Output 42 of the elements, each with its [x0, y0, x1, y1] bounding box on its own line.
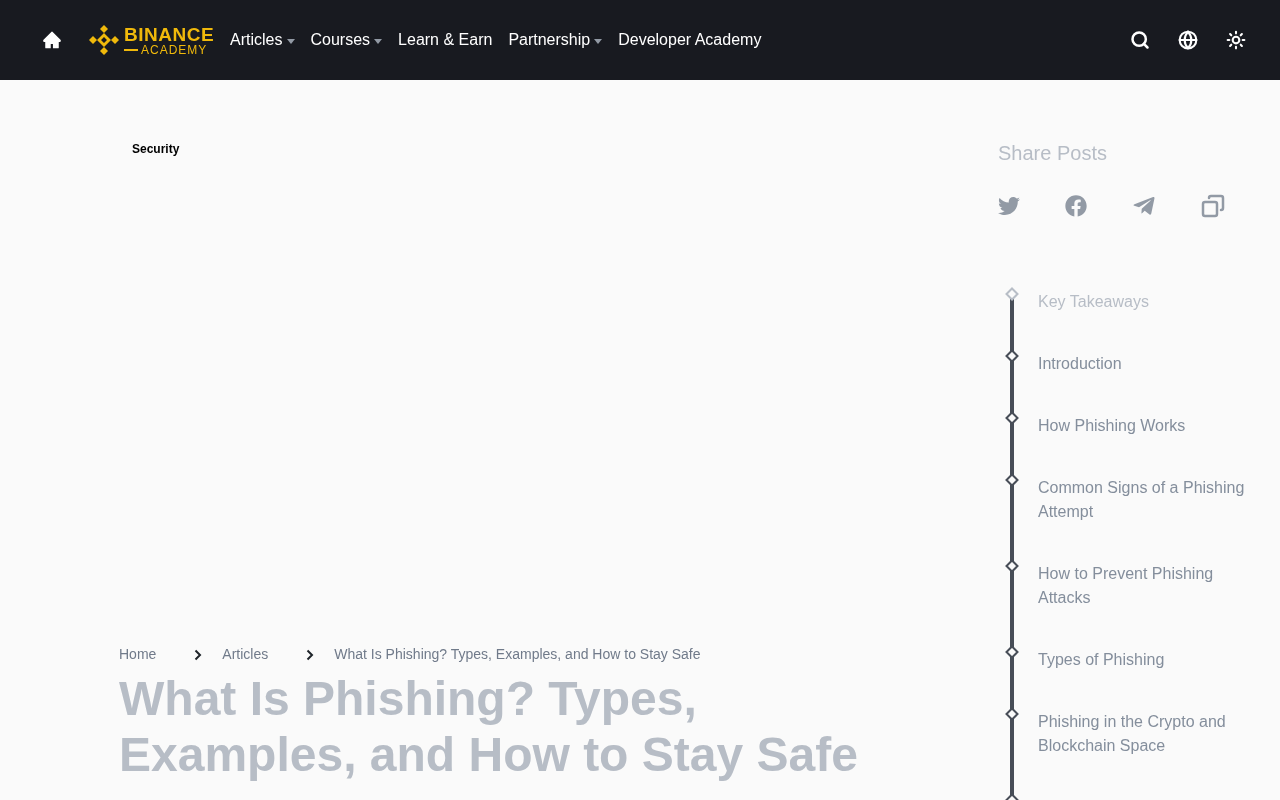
language-button[interactable]: [1178, 30, 1198, 50]
bird-icon: [998, 195, 1020, 217]
toc-link[interactable]: How to Prevent Phishing Attacks: [1038, 562, 1250, 610]
paper-plane-icon: [1132, 194, 1156, 218]
article-title: What Is Phishing? Types, Examples, and How to Stay Safe: [119, 671, 859, 783]
caret-icon: [594, 38, 603, 44]
logo-subtitle: ACADEMY: [141, 43, 208, 56]
breadcrumb-link[interactable]: Home: [119, 644, 157, 665]
category-label: Security: [132, 141, 181, 158]
caret-icon: [286, 38, 295, 44]
twitter-share-button[interactable]: [998, 195, 1020, 217]
caret-icon: [374, 38, 383, 44]
nav-link[interactable]: Courses: [310, 28, 383, 52]
chevron-icon: [194, 648, 203, 661]
copy-link-button[interactable]: [1201, 194, 1225, 218]
breadcrumb-link[interactable]: Articles: [222, 644, 269, 665]
nav-link[interactable]: Partnership: [508, 28, 603, 52]
theme-button[interactable]: [1226, 30, 1246, 50]
nav-link[interactable]: Articles: [230, 28, 295, 52]
home-icon: [42, 30, 62, 50]
sun-icon: [1226, 30, 1246, 50]
search-button[interactable]: [1130, 30, 1150, 50]
toc-link[interactable]: Phishing in the Crypto and Blockchain Space: [1038, 710, 1250, 758]
logo-link[interactable]: BINANCE ACADEMY: [88, 24, 215, 56]
logo-icon: [88, 24, 120, 56]
breadcrumb-link[interactable]: What Is Phishing? Types, Examples, and How to Stay Safe: [334, 644, 701, 665]
home-button[interactable]: [42, 30, 62, 50]
share-heading: Share Posts: [998, 141, 1108, 166]
logo-wordmark: BINANCE: [124, 24, 215, 44]
telegram-share-button[interactable]: [1132, 194, 1156, 218]
toc-link[interactable]: How Phishing Works: [1038, 414, 1250, 438]
globe-icon: [1178, 30, 1198, 50]
facebook-share-button[interactable]: [1065, 195, 1087, 217]
copy-icon: [1201, 194, 1225, 218]
facebook-icon: [1065, 195, 1087, 217]
nav-link[interactable]: Developer Academy: [618, 28, 762, 52]
chevron-icon: [306, 648, 315, 661]
toc-link[interactable]: Types of Phishing: [1038, 648, 1250, 672]
toc-link[interactable]: Common Signs of a Phishing Attempt: [1038, 476, 1250, 524]
toc-link[interactable]: Introduction: [1038, 352, 1250, 376]
search-icon: [1130, 30, 1150, 50]
nav-link[interactable]: Learn & Earn: [398, 28, 493, 52]
